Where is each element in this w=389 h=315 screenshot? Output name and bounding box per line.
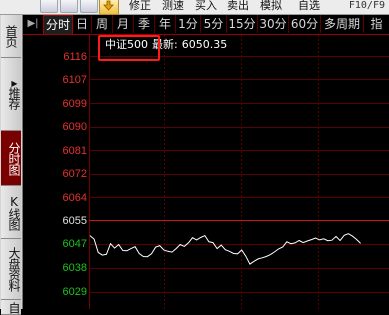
- toolbar-icon-3[interactable]: [80, 0, 98, 13]
- top-toolbar: 修正 测速 买入 卖出 模拟 自选 F10/F9: [0, 0, 389, 15]
- tab-5min[interactable]: 5分: [201, 15, 227, 33]
- tab-day[interactable]: 日: [73, 15, 92, 33]
- tab-year[interactable]: 年: [155, 15, 176, 33]
- tab-index[interactable]: 指: [364, 15, 389, 33]
- latest-value: 6050.35: [181, 38, 228, 51]
- tab-15min[interactable]: 15分: [227, 15, 258, 33]
- play-icon: ▶: [10, 79, 19, 87]
- tab-month[interactable]: 月: [113, 15, 134, 33]
- toolbar-buy-button[interactable]: 买入: [195, 0, 217, 12]
- price-line-chart: [89, 233, 361, 265]
- rail-intraday[interactable]: 分时图: [1, 131, 21, 186]
- rail-market-info[interactable]: 大盘资料: [1, 239, 21, 300]
- toolbar-icon-1[interactable]: [40, 0, 58, 13]
- toolbar-speedtest-button[interactable]: 测速: [162, 0, 184, 12]
- toolbar-correct-button[interactable]: 修正: [129, 0, 151, 12]
- left-rail: 首页 ▶推荐 分时图 K线图 大盘资料 自: [0, 15, 23, 315]
- highlight-box: [98, 35, 160, 61]
- intraday-chart[interactable]: 6116 6107 6099 6090 6081 6072 6064 6055 …: [23, 35, 389, 309]
- tab-week[interactable]: 周: [92, 15, 113, 33]
- toolbar-sell-button[interactable]: 卖出: [227, 0, 249, 12]
- rail-recommend[interactable]: ▶推荐: [1, 58, 21, 131]
- tab-multi-period[interactable]: 多周期: [321, 15, 364, 33]
- toolbar-watchlist-button[interactable]: 自选: [298, 0, 320, 12]
- rail-recommend-label: 推荐: [7, 87, 21, 109]
- tab-1min[interactable]: 1分: [176, 15, 201, 33]
- download-arrow-icon[interactable]: [99, 0, 119, 15]
- rail-home[interactable]: 首页: [1, 15, 21, 58]
- price-line: [89, 233, 361, 265]
- tab-scroll-icon[interactable]: ▶|: [23, 15, 44, 33]
- tab-60min[interactable]: 60分: [289, 15, 321, 33]
- tab-intraday[interactable]: 分时: [43, 15, 73, 34]
- toolbar-shortcut-hint: F10/F9: [348, 0, 385, 11]
- rail-kline[interactable]: K线图: [1, 186, 21, 239]
- tab-quarter[interactable]: 季: [134, 15, 155, 33]
- toolbar-icon-2[interactable]: [60, 0, 78, 13]
- period-tabs: ▶| 分时 日 周 月 季 年 1分 5分 15分 30分 60分 多周期 指: [23, 15, 389, 35]
- toolbar-simulate-button[interactable]: 模拟: [260, 0, 282, 12]
- rail-more[interactable]: 自: [1, 300, 21, 315]
- tab-30min[interactable]: 30分: [258, 15, 289, 33]
